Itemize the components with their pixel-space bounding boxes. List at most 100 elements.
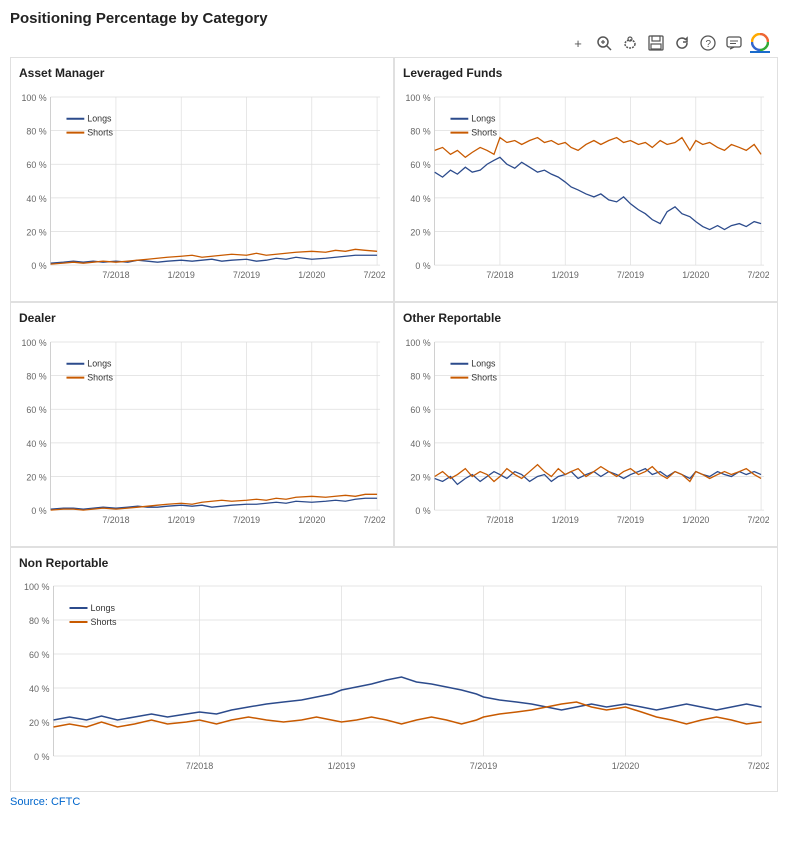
chart-other-reportable-area: 100 % 80 % 60 % 40 % 20 % 0 % 7/2018: [403, 327, 769, 542]
svg-text:100 %: 100 %: [405, 93, 430, 103]
chart-asset-manager-svg: 100 % 80 % 60 % 40 % 20 % 0 %: [19, 82, 385, 292]
plus-icon[interactable]: +: [568, 33, 588, 53]
search-zoom-icon[interactable]: [594, 33, 614, 53]
svg-text:100 %: 100 %: [405, 338, 430, 348]
svg-text:20 %: 20 %: [410, 472, 430, 482]
svg-text:40 %: 40 %: [26, 194, 46, 204]
multicolor-icon[interactable]: [750, 33, 770, 53]
chart-leveraged-funds: Leveraged Funds 100 % 80 % 60 % 40 % 20 …: [394, 57, 778, 302]
svg-text:0 %: 0 %: [31, 506, 46, 516]
svg-text:1/2020: 1/2020: [298, 270, 325, 280]
svg-text:1/2019: 1/2019: [552, 515, 579, 525]
svg-text:Longs: Longs: [471, 359, 496, 369]
svg-text:Shorts: Shorts: [87, 128, 113, 138]
svg-text:20 %: 20 %: [410, 227, 430, 237]
svg-text:40 %: 40 %: [410, 194, 430, 204]
chart-other-reportable: Other Reportable 100 % 80 % 60 % 40 % 20…: [394, 302, 778, 547]
svg-text:60 %: 60 %: [410, 160, 430, 170]
chart-asset-manager-title: Asset Manager: [19, 66, 385, 80]
svg-text:7/2018: 7/2018: [186, 761, 214, 771]
lasso-icon[interactable]: [620, 33, 640, 53]
svg-text:7/2018: 7/2018: [486, 515, 513, 525]
svg-text:?: ?: [706, 39, 712, 50]
svg-text:Shorts: Shorts: [471, 373, 497, 383]
source-label: Source:: [10, 796, 51, 808]
svg-text:0 %: 0 %: [415, 261, 430, 271]
svg-text:Shorts: Shorts: [91, 617, 118, 627]
toolbar: + ?: [10, 33, 778, 53]
svg-text:100 %: 100 %: [21, 93, 46, 103]
svg-text:60 %: 60 %: [26, 405, 46, 415]
source-attribution: Source: CFTC: [10, 796, 778, 808]
chart-dealer-title: Dealer: [19, 311, 385, 325]
svg-text:1/2019: 1/2019: [552, 270, 579, 280]
chart-non-reportable-svg: 100 % 80 % 60 % 40 % 20 % 0 % 7/2018: [19, 572, 769, 782]
svg-text:60 %: 60 %: [26, 160, 46, 170]
svg-text:Longs: Longs: [87, 114, 112, 124]
svg-text:40 %: 40 %: [26, 439, 46, 449]
chart-other-reportable-svg: 100 % 80 % 60 % 40 % 20 % 0 % 7/2018: [403, 327, 769, 537]
chart-dealer: Dealer 100 % 80 % 60 % 40 % 20 % 0 %: [10, 302, 394, 547]
svg-text:40 %: 40 %: [410, 439, 430, 449]
comment-icon[interactable]: [724, 33, 744, 53]
svg-text:7/2019: 7/2019: [470, 761, 498, 771]
svg-text:100 %: 100 %: [24, 582, 50, 592]
svg-text:20 %: 20 %: [26, 227, 46, 237]
svg-text:0 %: 0 %: [34, 752, 50, 762]
svg-text:7/2020: 7/2020: [747, 270, 769, 280]
chart-dealer-svg: 100 % 80 % 60 % 40 % 20 % 0 % 7/2018: [19, 327, 385, 537]
svg-text:Shorts: Shorts: [87, 373, 113, 383]
svg-text:80 %: 80 %: [410, 127, 430, 137]
svg-text:7/2018: 7/2018: [102, 515, 129, 525]
svg-text:7/2018: 7/2018: [486, 270, 513, 280]
svg-text:7/2019: 7/2019: [617, 515, 644, 525]
svg-text:7/2018: 7/2018: [102, 270, 129, 280]
svg-text:7/2019: 7/2019: [233, 270, 260, 280]
save-icon[interactable]: [646, 33, 666, 53]
chart-non-reportable: Non Reportable 100 % 80 % 60 % 40 % 20 %…: [10, 547, 778, 792]
svg-text:7/2020: 7/2020: [363, 270, 385, 280]
svg-text:1/2020: 1/2020: [682, 270, 709, 280]
charts-grid: Asset Manager 100 % 80 % 60 % 40 % 20 % …: [10, 57, 778, 792]
svg-text:60 %: 60 %: [410, 405, 430, 415]
svg-text:7/2020: 7/2020: [363, 515, 385, 525]
svg-text:1/2020: 1/2020: [612, 761, 640, 771]
svg-text:1/2020: 1/2020: [298, 515, 325, 525]
svg-text:7/2019: 7/2019: [617, 270, 644, 280]
chart-asset-manager: Asset Manager 100 % 80 % 60 % 40 % 20 % …: [10, 57, 394, 302]
svg-text:40 %: 40 %: [29, 684, 50, 694]
svg-text:20 %: 20 %: [26, 472, 46, 482]
refresh-icon[interactable]: [672, 33, 692, 53]
svg-text:0 %: 0 %: [31, 261, 46, 271]
svg-text:7/2020: 7/2020: [748, 761, 769, 771]
help-icon[interactable]: ?: [698, 33, 718, 53]
svg-text:1/2019: 1/2019: [168, 515, 195, 525]
svg-text:1/2019: 1/2019: [328, 761, 356, 771]
svg-text:80 %: 80 %: [29, 616, 50, 626]
chart-asset-manager-area: 100 % 80 % 60 % 40 % 20 % 0 %: [19, 82, 385, 297]
svg-text:Longs: Longs: [91, 603, 116, 613]
svg-text:80 %: 80 %: [26, 372, 46, 382]
source-link[interactable]: CFTC: [51, 796, 80, 808]
chart-leveraged-funds-title: Leveraged Funds: [403, 66, 769, 80]
svg-text:Longs: Longs: [471, 114, 496, 124]
chart-non-reportable-title: Non Reportable: [19, 556, 769, 570]
svg-text:100 %: 100 %: [21, 338, 46, 348]
svg-text:7/2019: 7/2019: [233, 515, 260, 525]
chart-non-reportable-area: 100 % 80 % 60 % 40 % 20 % 0 % 7/2018: [19, 572, 769, 787]
chart-leveraged-funds-svg: 100 % 80 % 60 % 40 % 20 % 0 % 7/2018: [403, 82, 769, 292]
page-title: Positioning Percentage by Category: [10, 10, 778, 27]
svg-text:0 %: 0 %: [415, 506, 430, 516]
svg-text:1/2019: 1/2019: [168, 270, 195, 280]
svg-text:Longs: Longs: [87, 359, 112, 369]
svg-text:1/2020: 1/2020: [682, 515, 709, 525]
svg-text:20 %: 20 %: [29, 718, 50, 728]
svg-text:80 %: 80 %: [410, 372, 430, 382]
chart-other-reportable-title: Other Reportable: [403, 311, 769, 325]
svg-text:Shorts: Shorts: [471, 128, 497, 138]
svg-text:7/2020: 7/2020: [747, 515, 769, 525]
svg-text:80 %: 80 %: [26, 127, 46, 137]
chart-dealer-area: 100 % 80 % 60 % 40 % 20 % 0 % 7/2018: [19, 327, 385, 542]
chart-leveraged-funds-area: 100 % 80 % 60 % 40 % 20 % 0 % 7/2018: [403, 82, 769, 297]
svg-text:60 %: 60 %: [29, 650, 50, 660]
